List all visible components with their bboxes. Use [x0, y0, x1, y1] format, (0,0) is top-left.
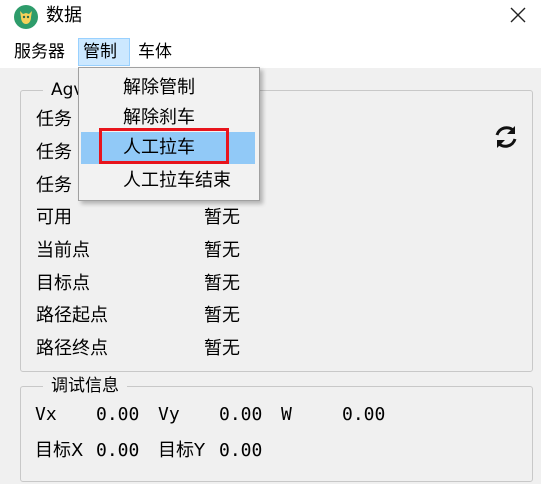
close-button[interactable]: [495, 0, 541, 32]
row-label-path-start: 路径起点: [36, 305, 108, 326]
row-label-current-point: 当前点: [36, 240, 90, 261]
vx-value: 0.00: [96, 404, 140, 425]
title-bar: 数据: [0, 0, 541, 34]
target-x-value: 0.00: [96, 440, 140, 461]
menu-item-release-control[interactable]: 解除管制: [81, 72, 255, 104]
menu-item-manual-pull-end[interactable]: 人工拉车结束: [81, 165, 255, 197]
menu-bar: 服务器 管制 车体: [0, 34, 541, 68]
vy-label: Vy: [158, 404, 180, 425]
row-label-task-3: 任务: [36, 175, 72, 196]
vx-label: Vx: [35, 404, 57, 425]
debug-group-title: 调试信息: [43, 375, 127, 397]
app-badge-icon: [14, 5, 38, 29]
row-label-task-2: 任务: [36, 142, 72, 163]
menu-server[interactable]: 服务器: [10, 38, 69, 66]
row-label-path-end: 路径终点: [36, 338, 108, 359]
row-value-target-point: 暂无: [204, 273, 240, 294]
w-label: W: [281, 404, 292, 425]
window-title: 数据: [46, 5, 82, 26]
menu-control[interactable]: 管制: [78, 38, 130, 66]
row-value-current-point: 暂无: [204, 240, 240, 261]
annotation-highlight-box: [99, 128, 229, 164]
row-label-target-point: 目标点: [36, 273, 90, 294]
target-y-label: 目标Y: [158, 440, 205, 461]
menu-vehicle[interactable]: 车体: [134, 38, 176, 66]
row-label-available: 可用: [36, 207, 72, 228]
close-icon: [510, 7, 526, 23]
row-value-available: 暂无: [204, 207, 240, 228]
w-value: 0.00: [342, 404, 386, 425]
row-value-path-end: 暂无: [204, 338, 240, 359]
target-y-value: 0.00: [219, 440, 263, 461]
refresh-icon[interactable]: [492, 123, 520, 151]
row-label-task-1: 任务: [36, 109, 72, 130]
row-value-path-start: 暂无: [204, 305, 240, 326]
vy-value: 0.00: [219, 404, 263, 425]
target-x-label: 目标X: [35, 440, 84, 461]
debug-group: 调试信息 Vx 0.00 Vy 0.00 W 0.00 目标X 0.00 目标Y…: [20, 375, 533, 482]
